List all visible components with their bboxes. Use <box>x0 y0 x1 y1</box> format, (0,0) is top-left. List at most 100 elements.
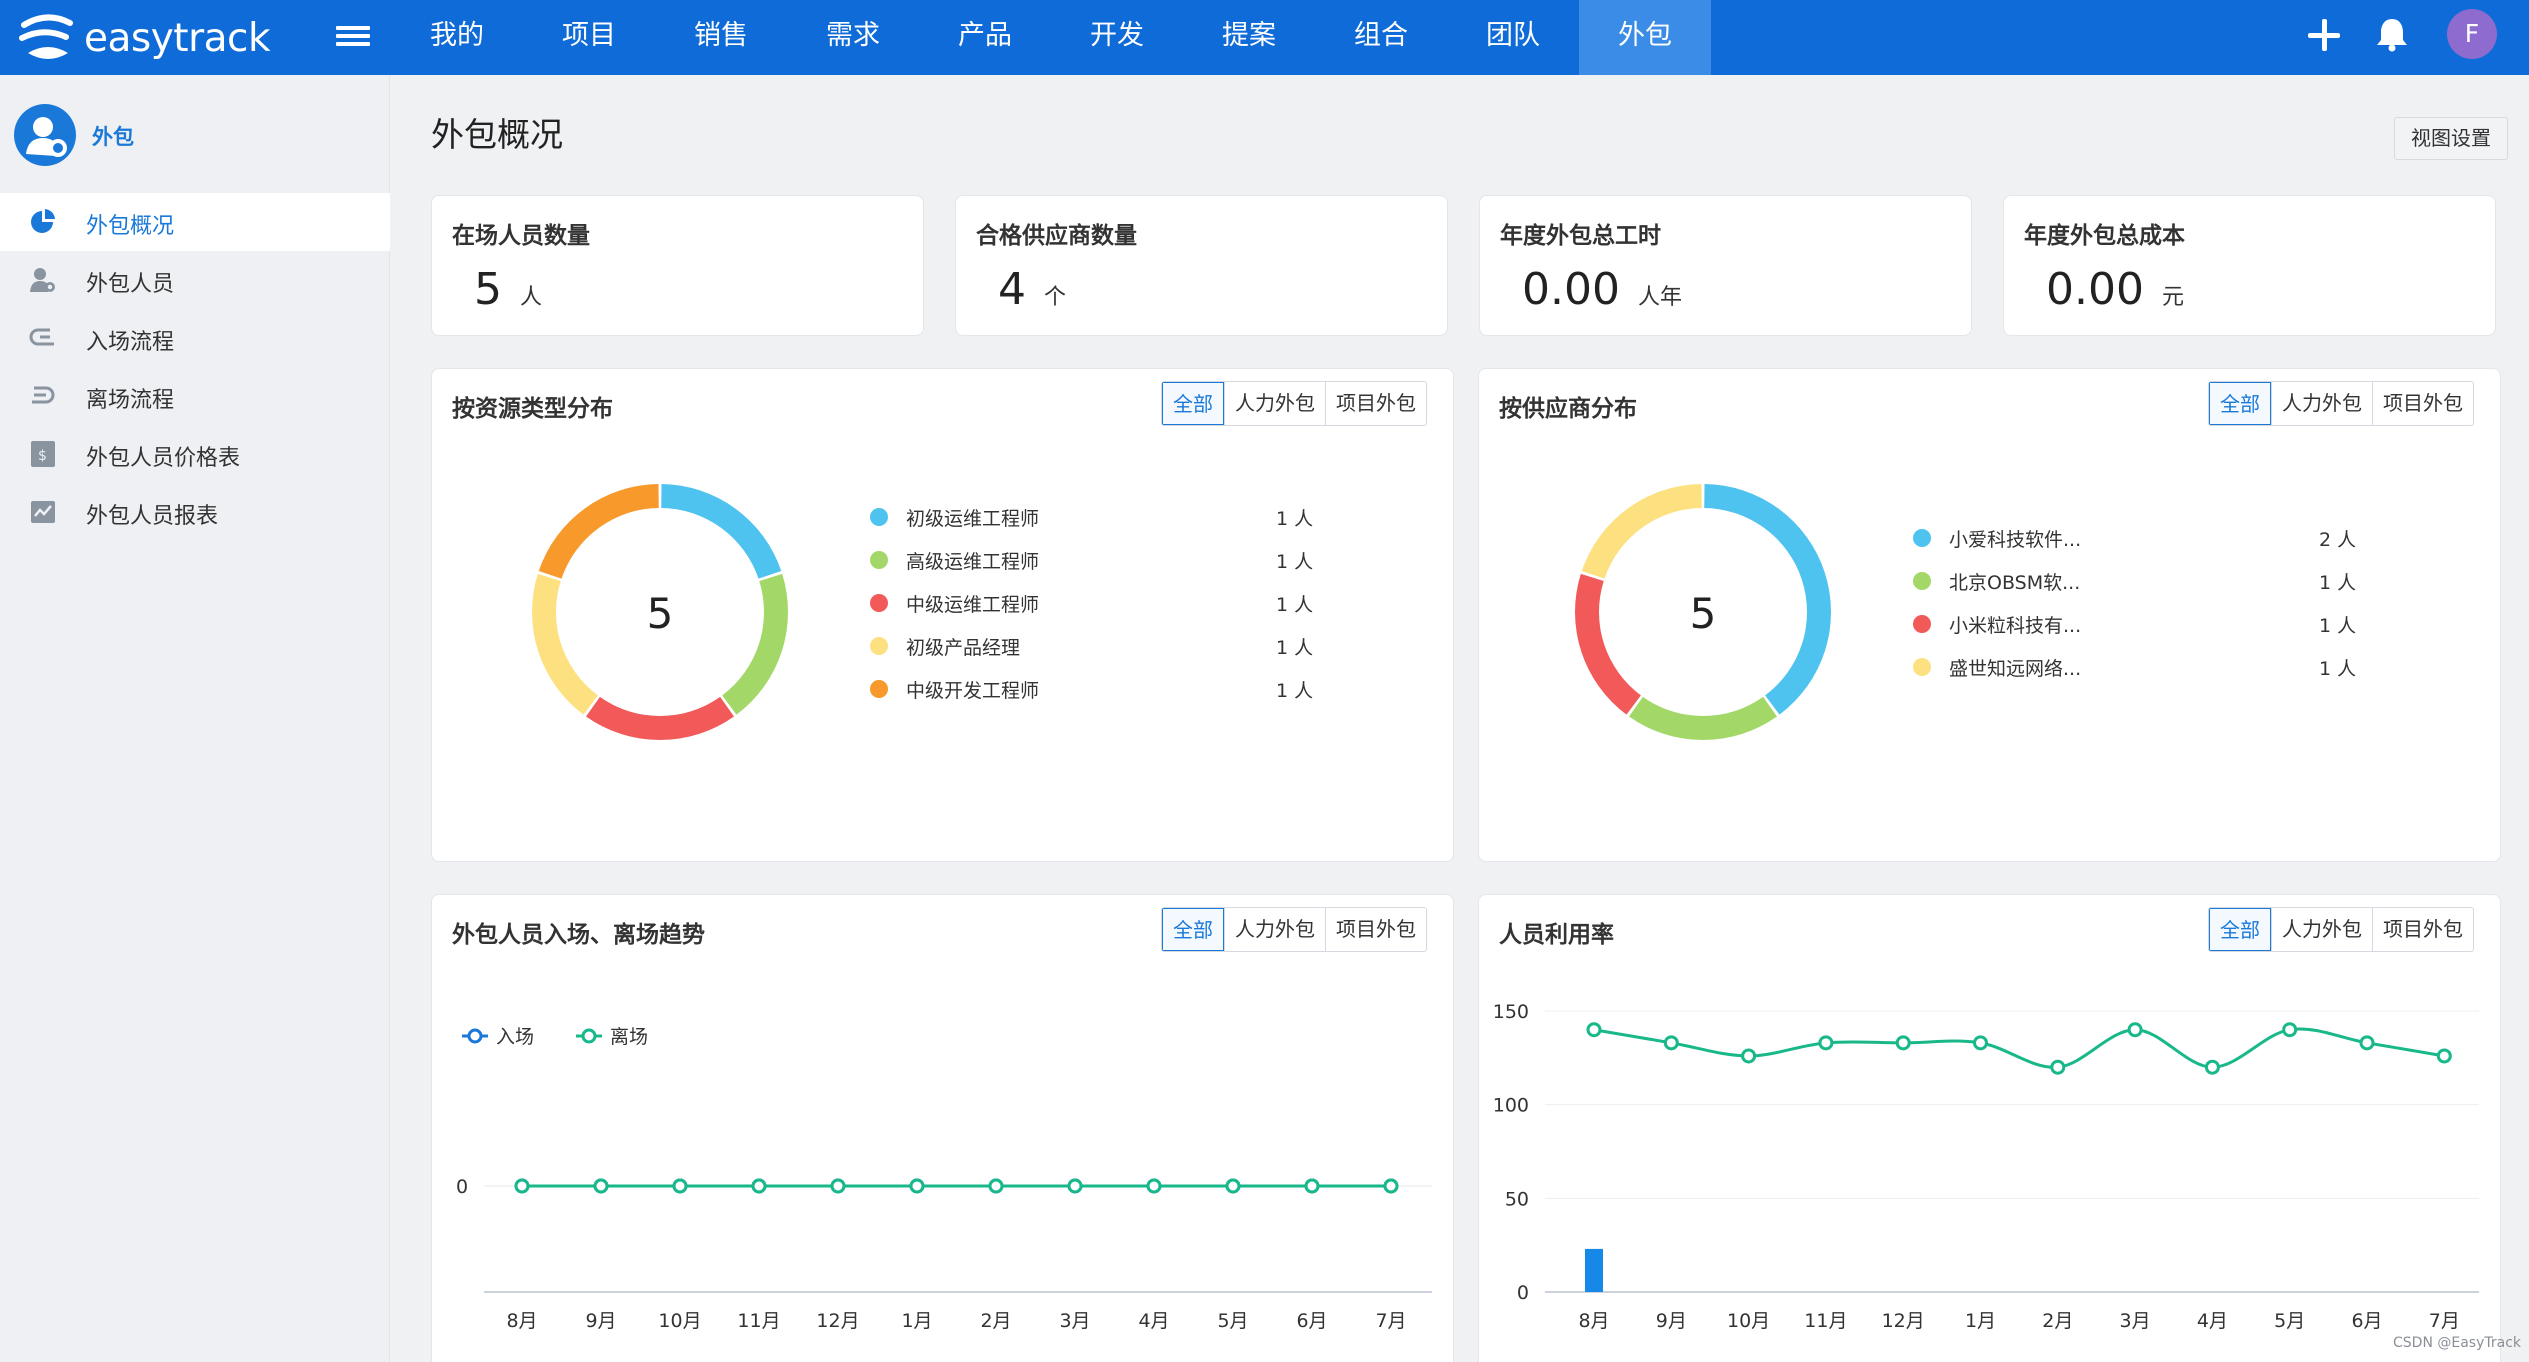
legend-item[interactable]: 中级运维工程师 1 人 <box>870 588 1330 618</box>
legend-item[interactable]: 初级运维工程师 1 人 <box>870 502 1330 532</box>
sidebar-item[interactable]: 入场流程 <box>0 309 390 367</box>
x-tick-label: 11月 <box>1804 1310 1847 1332</box>
donut-slice[interactable] <box>532 573 598 715</box>
stat-number: 0.00 <box>2046 264 2144 315</box>
nav-item[interactable]: 项目 <box>523 0 655 75</box>
stat-unit: 人 <box>520 285 543 310</box>
data-point[interactable] <box>1067 1178 1083 1194</box>
data-point[interactable] <box>593 1178 609 1194</box>
stat-value: 5人 <box>474 264 542 315</box>
legend-item[interactable]: 北京OBSM软... 1 人 <box>1913 566 2373 596</box>
resource-type-panel: 按资源类型分布 全部 人力外包 项目外包 5 初级运维工程师 1 人高级运维工程师 1 … <box>431 368 1454 862</box>
data-point[interactable] <box>2204 1059 2220 1075</box>
legend-item[interactable]: 离场 <box>576 1026 648 1048</box>
data-point[interactable] <box>514 1178 530 1194</box>
data-point[interactable] <box>672 1178 688 1194</box>
legend-number: 1 <box>1276 637 1289 659</box>
sidebar-item-label: 外包人员报表 <box>86 504 219 529</box>
data-point[interactable] <box>830 1178 846 1194</box>
trend-panel: 外包人员入场、离场趋势 全部 人力外包 项目外包 入场 离场 0 8月 9月 10月 11月 12… <box>431 894 1454 1362</box>
plus-icon[interactable] <box>2306 17 2342 53</box>
sidebar-item[interactable]: 离场流程 <box>0 367 390 425</box>
legend-value: 1 人 <box>2319 654 2356 681</box>
data-point[interactable] <box>1586 1022 1602 1038</box>
nav-item[interactable]: 我的 <box>391 0 523 75</box>
data-point[interactable] <box>2359 1035 2375 1051</box>
user-avatar[interactable]: F <box>2447 9 2497 59</box>
nav-item[interactable]: 销售 <box>655 0 787 75</box>
nav-item[interactable]: 开发 <box>1051 0 1183 75</box>
legend-item[interactable]: 初级产品经理 1 人 <box>870 631 1330 661</box>
x-tick-label: 8月 <box>506 1310 537 1332</box>
stat-label: 年度外包总工时 <box>1500 223 1661 249</box>
donut-slice[interactable] <box>586 696 734 740</box>
donut-slice[interactable] <box>1704 484 1831 715</box>
data-point[interactable] <box>2050 1059 2066 1075</box>
series-line <box>1593 1027 2445 1069</box>
legend-label: 中级运维工程师 <box>906 594 1040 616</box>
x-tick-label: 12月 <box>816 1310 859 1332</box>
legend-dot <box>870 637 888 655</box>
data-point[interactable] <box>2282 1022 2298 1038</box>
legend-item[interactable]: 中级开发工程师 1 人 <box>870 674 1330 704</box>
nav-item[interactable]: 团队 <box>1447 0 1579 75</box>
hamburger-menu-icon[interactable] <box>336 22 370 52</box>
data-point[interactable] <box>2127 1022 2143 1038</box>
x-tick-label: 6月 <box>1296 1310 1327 1332</box>
stat-card: 年度外包总工时 0.00 人年 <box>1479 195 1972 336</box>
donut-slice[interactable] <box>1581 484 1702 579</box>
data-point[interactable] <box>1304 1178 1320 1194</box>
legend-item[interactable]: 小米粒科技有... 1 人 <box>1913 609 2373 639</box>
bell-icon[interactable] <box>2375 16 2409 52</box>
utilization-panel: 人员利用率 全部 人力外包 项目外包 0 50 100 150 8月 9月 10月 11月 12月 1… <box>1478 894 2501 1362</box>
data-point[interactable] <box>909 1178 925 1194</box>
x-tick-label: 2月 <box>2042 1310 2073 1332</box>
data-point[interactable] <box>1225 1178 1241 1194</box>
data-point[interactable] <box>1383 1178 1399 1194</box>
sidebar-item-label: 外包人员价格表 <box>86 446 241 471</box>
sidebar-item[interactable]: 外包人员 <box>0 251 390 309</box>
legend-value: 1 人 <box>1276 547 1313 574</box>
nav-item[interactable]: 提案 <box>1183 0 1315 75</box>
data-point[interactable] <box>2436 1048 2452 1064</box>
legend-label: 北京OBSM软... <box>1949 572 2081 594</box>
stat-unit: 人年 <box>1637 285 1682 310</box>
sidebar-item[interactable]: $ 外包人员价格表 <box>0 425 390 483</box>
legend-item[interactable]: 小爱科技软件... 2 人 <box>1913 523 2373 553</box>
data-point[interactable] <box>988 1178 1004 1194</box>
legend-label: 小米粒科技有... <box>1949 615 2082 637</box>
nav-item[interactable]: 产品 <box>919 0 1051 75</box>
data-point[interactable] <box>1663 1035 1679 1051</box>
flow-icon <box>28 324 58 352</box>
legend-item[interactable]: 盛世知远网络... 1 人 <box>1913 652 2373 682</box>
donut-slice[interactable] <box>538 484 659 579</box>
legend-item[interactable]: 入场 <box>462 1026 534 1048</box>
donut-slice[interactable] <box>661 484 782 579</box>
sidebar-item[interactable]: 外包人员报表 <box>0 483 390 541</box>
data-point[interactable] <box>1973 1035 1988 1051</box>
sidebar-item[interactable]: 外包概况 <box>0 193 390 251</box>
data-point[interactable] <box>1895 1035 1911 1051</box>
data-point[interactable] <box>1146 1178 1162 1194</box>
nav-item[interactable]: 外包 <box>1579 0 1711 75</box>
donut-slice[interactable] <box>1629 696 1777 740</box>
legend-number: 1 <box>2319 658 2332 680</box>
stat-card: 在场人员数量 5 人 <box>431 195 924 336</box>
donut-slice[interactable] <box>1575 573 1641 715</box>
easytrack-logo[interactable]: easytrack <box>18 8 271 68</box>
legend-value: 2 人 <box>2319 525 2356 552</box>
stat-number: 4 <box>998 264 1026 315</box>
bar[interactable] <box>1585 1248 1603 1292</box>
nav-item[interactable]: 组合 <box>1315 0 1447 75</box>
x-tick-label: 5月 <box>1217 1310 1248 1332</box>
view-settings-button[interactable]: 视图设置 <box>2394 117 2508 160</box>
nav-item[interactable]: 需求 <box>787 0 919 75</box>
data-point[interactable] <box>1741 1048 1757 1064</box>
data-point[interactable] <box>751 1178 767 1194</box>
donut-slice[interactable] <box>722 573 788 715</box>
legend-item[interactable]: 高级运维工程师 1 人 <box>870 545 1330 575</box>
report-icon <box>28 498 58 526</box>
x-tick-label: 9月 <box>585 1310 616 1332</box>
svg-text:$: $ <box>38 448 47 464</box>
data-point[interactable] <box>1818 1035 1834 1051</box>
